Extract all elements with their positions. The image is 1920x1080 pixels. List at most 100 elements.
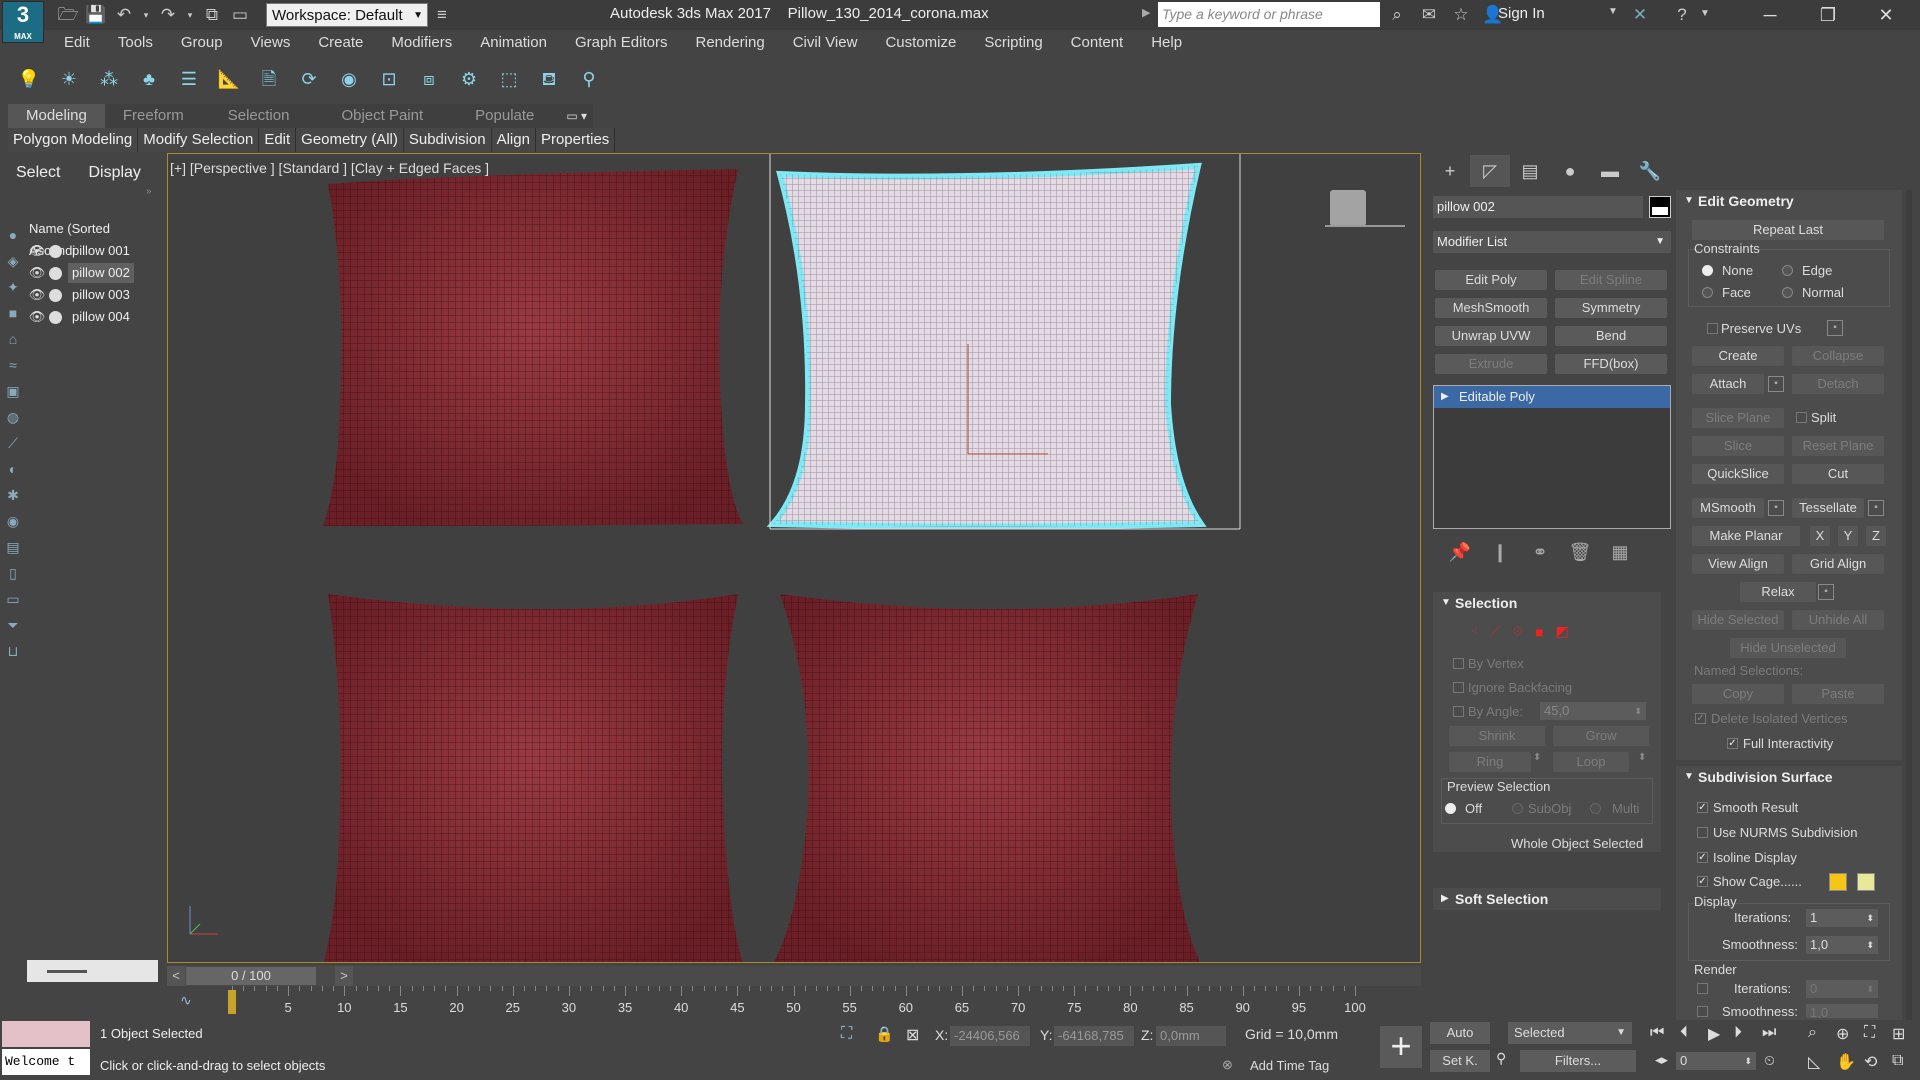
menu-group[interactable]: Group [167, 30, 237, 55]
chevron-right-icon[interactable]: ▶ [1142, 6, 1150, 19]
render-frame-icon[interactable]: ⊡ [376, 66, 402, 92]
tab-select[interactable]: Select [0, 164, 76, 182]
tab-object-paint[interactable]: Object Paint [315, 104, 449, 128]
list-item-selected[interactable]: 👁 pillow 002 [27, 262, 159, 284]
make-unique-icon[interactable]: ⚭ [1520, 542, 1560, 563]
undo-dropdown-icon[interactable]: ▾ [140, 3, 152, 27]
ring-spinner-icon[interactable]: ⬍ [1533, 752, 1541, 763]
menu-civil-view[interactable]: Civil View [779, 30, 872, 55]
render-smoothness-checkbox[interactable] [1697, 1006, 1708, 1017]
modifier-list-dropdown[interactable]: Modifier List ▼ [1433, 231, 1671, 253]
redo-dropdown-icon[interactable]: ▾ [184, 3, 196, 27]
cameras-filter-icon[interactable]: ■ [2, 302, 24, 324]
hide-unselected-button[interactable]: Hide Unselected [1730, 638, 1846, 658]
preview-multi-radio[interactable] [1590, 803, 1601, 814]
constraint-face-radio[interactable] [1702, 287, 1713, 298]
menu-graph-editors[interactable]: Graph Editors [561, 30, 682, 55]
save-icon[interactable]: 💾 [84, 3, 108, 27]
minimize-icon[interactable]: ─ [1742, 0, 1798, 30]
key-mode-toggle-icon[interactable]: ◂▸ [1655, 1052, 1668, 1068]
tab-selection[interactable]: Selection [202, 104, 316, 128]
preview-off-radio[interactable] [1445, 803, 1456, 814]
track-bar[interactable]: 5 10 15 20 25 30 35 40 45 50 55 60 65 70 75 80 85 90 95 100 [220, 986, 1420, 1016]
menu-edit[interactable]: Edit [50, 30, 104, 55]
pin-stack-icon[interactable]: 📌 [1440, 542, 1480, 563]
tab-modeling[interactable]: Modeling [8, 104, 105, 128]
collapse-button[interactable]: Collapse [1792, 346, 1884, 366]
edit-geometry-header[interactable]: ▼ Edit Geometry [1676, 190, 1902, 212]
unhide-all-button[interactable]: Unhide All [1792, 610, 1884, 630]
polygon-icon[interactable]: ■ [1535, 624, 1543, 640]
cage-color-swatch[interactable] [1829, 873, 1847, 891]
preserve-uvs-settings-icon[interactable]: ▪ [1827, 320, 1843, 336]
previous-frame-icon[interactable]: < [167, 966, 185, 986]
geometry-filter-icon[interactable]: ● [2, 224, 24, 246]
element-icon[interactable]: ◩ [1556, 623, 1569, 640]
spinner-arrows-icon[interactable]: ⬍ [1866, 936, 1874, 954]
containers-filter-icon[interactable]: ◐ [2, 458, 24, 480]
viewcube-ring[interactable] [1325, 223, 1405, 227]
bend-button[interactable]: Bend [1555, 326, 1667, 346]
material-icon[interactable]: ◉ [336, 66, 362, 92]
quickslice-button[interactable]: QuickSlice [1692, 464, 1784, 484]
play-icon[interactable]: ▶ [1708, 1024, 1720, 1044]
filter-icon[interactable]: ⏷ [2, 614, 24, 636]
zoom-extents-all-icon[interactable]: ⊞ [1892, 1024, 1905, 1044]
render-smoothness-spinner[interactable]: 1,0 [1806, 1004, 1878, 1018]
autodesk-x-icon[interactable]: ✕ [1628, 3, 1652, 27]
x-coordinate-field[interactable]: -24406,566 [950, 1026, 1030, 1046]
create-light-icon[interactable]: 💡 [16, 66, 42, 92]
curve-editor-icon[interactable]: ∿ [180, 992, 192, 1009]
vertex-icon[interactable]: ⁖ [1470, 623, 1478, 640]
command-panel-scrollbar[interactable] [1906, 190, 1912, 1020]
show-end-result-icon[interactable]: ❙ [1480, 542, 1520, 563]
object-dot-icon[interactable] [49, 244, 62, 258]
relax-settings-icon[interactable]: ▪ [1818, 584, 1834, 600]
binoculars-icon[interactable]: ⌕ [1385, 3, 1409, 27]
orbit-icon[interactable]: ⟲ [1864, 1052, 1877, 1072]
filters-button[interactable]: Filters... [1520, 1050, 1636, 1072]
split-checkbox[interactable] [1796, 412, 1807, 423]
soft-selection-header[interactable]: ▶ Soft Selection [1433, 888, 1661, 910]
menu-create[interactable]: Create [304, 30, 377, 55]
hidden-filter-icon[interactable]: ◉ [2, 510, 24, 532]
xrefs-filter-icon[interactable]: ◍ [2, 406, 24, 428]
by-vertex-checkbox[interactable] [1453, 658, 1464, 669]
help-dropdown-icon[interactable]: ▼ [1700, 8, 1710, 19]
stack-item-editable-poly[interactable]: ▶ Editable Poly [1434, 386, 1670, 408]
attach-list-icon[interactable]: ▪ [1768, 376, 1784, 392]
panel-modify-selection[interactable]: Modify Selection [138, 128, 260, 152]
set-key-button[interactable]: Set K. [1430, 1050, 1490, 1072]
helpers-filter-icon[interactable]: ⌂ [2, 328, 24, 350]
panel-polygon-modeling[interactable]: Polygon Modeling [8, 128, 139, 152]
sheet-icon[interactable]: ▭ [2, 588, 24, 610]
object-dot-icon[interactable] [49, 310, 62, 324]
box-icon[interactable]: ⊔ [2, 640, 24, 662]
list-header[interactable]: Name (Sorted Ascendi [27, 218, 159, 258]
scrollbar-thumb[interactable] [47, 970, 87, 973]
ribbon-options-icon[interactable]: ▭ ▾ [560, 104, 593, 128]
layer-icon[interactable]: ▤ [2, 536, 24, 558]
menu-help[interactable]: Help [1137, 30, 1196, 55]
customize-menu-icon[interactable]: ≡ [430, 3, 454, 27]
grow-button[interactable]: Grow [1553, 726, 1649, 746]
full-interactivity-checkbox[interactable]: ✓ [1727, 738, 1738, 749]
menu-animation[interactable]: Animation [466, 30, 561, 55]
selection-rollout-header[interactable]: ▼ Selection [1433, 592, 1661, 614]
communication-icon[interactable]: ✉ [1417, 3, 1441, 27]
current-frame-field[interactable]: 0 ⬍ [1676, 1052, 1756, 1070]
create-tab-icon[interactable]: + [1430, 155, 1470, 187]
spinner-arrows-icon[interactable]: ⬍ [1866, 980, 1874, 998]
set-project-icon[interactable]: ▭ [228, 3, 252, 27]
angle-spinner[interactable]: 45,0 ⬍ [1540, 702, 1646, 720]
tab-freeform[interactable]: Freeform [105, 104, 202, 128]
display-tab-icon[interactable]: ▬ [1590, 155, 1630, 187]
auto-key-button[interactable]: Auto [1430, 1022, 1490, 1044]
sign-in-dropdown-icon[interactable]: ▼ [1608, 6, 1618, 17]
spinner-arrows-icon[interactable]: ⬍ [1866, 909, 1874, 927]
planar-y-button[interactable]: Y [1838, 526, 1858, 546]
iterations-spinner[interactable]: 1 ⬍ [1806, 909, 1878, 927]
close-icon[interactable]: ✕ [1858, 0, 1914, 30]
pillow-004[interactable] [773, 594, 1201, 963]
key-filter-icon[interactable]: ⚲ [1496, 1050, 1506, 1067]
